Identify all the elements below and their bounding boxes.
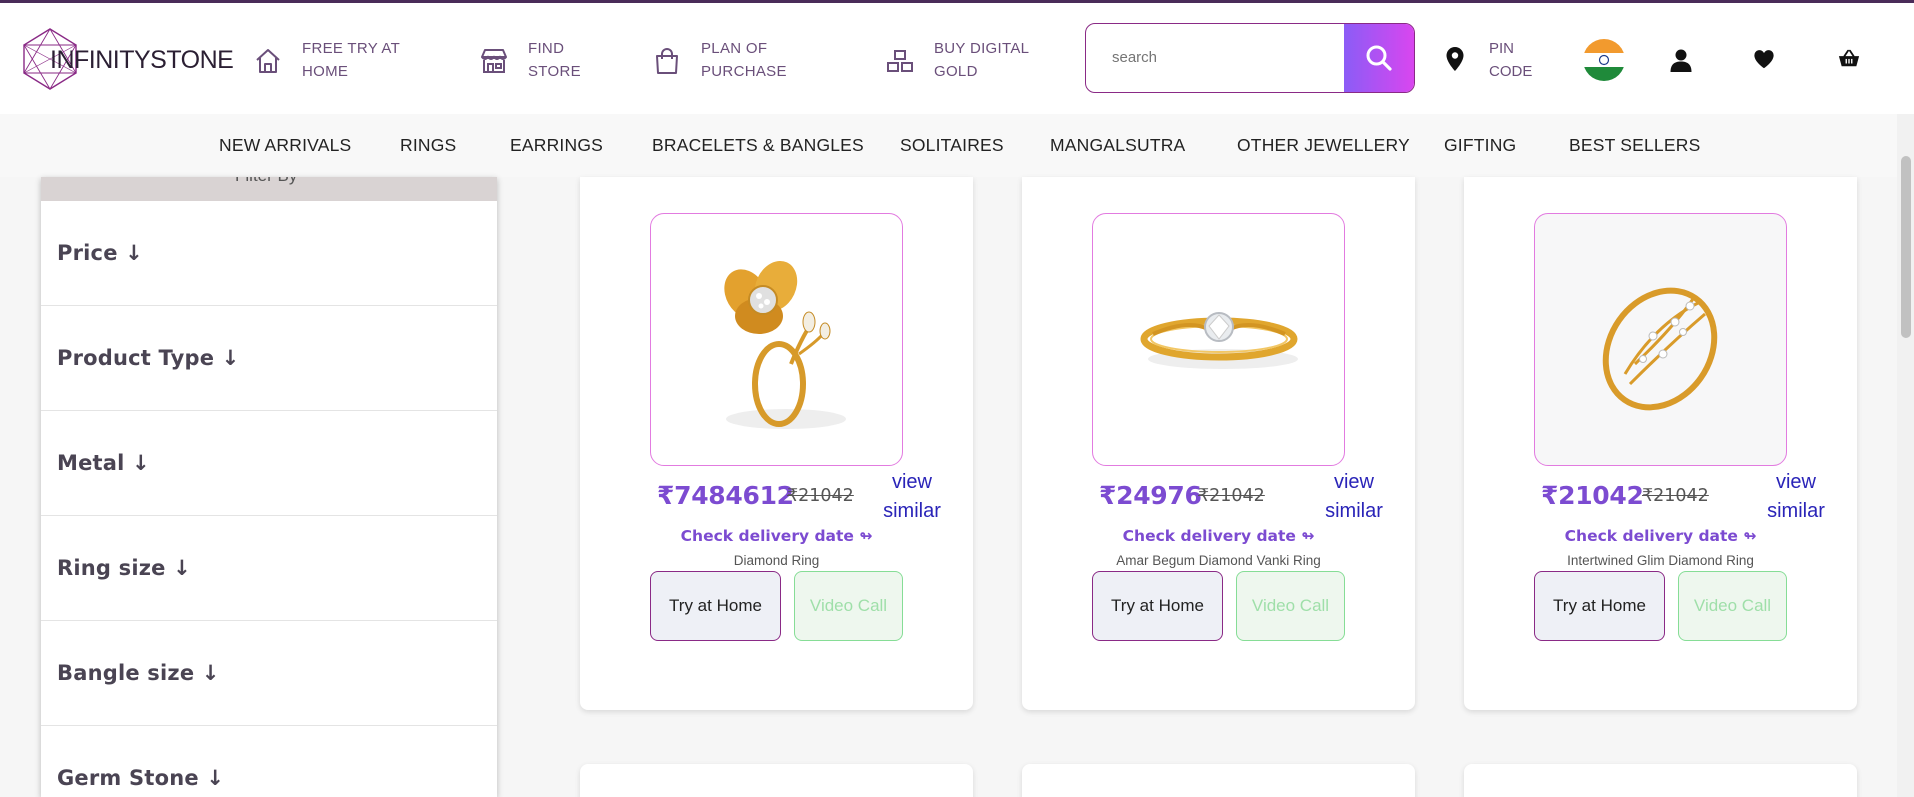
product-card[interactable] bbox=[580, 764, 973, 797]
product-name: Diamond Ring bbox=[733, 553, 820, 568]
check-delivery-date-link[interactable]: Check delivery date ↬ bbox=[1464, 527, 1857, 545]
shopping-bag-icon bbox=[656, 48, 678, 74]
video-call-button[interactable]: Video Call bbox=[1236, 571, 1345, 641]
check-delivery-date-link[interactable]: Check delivery date ↬ bbox=[1022, 527, 1415, 545]
pincode-label: PIN CODE bbox=[1489, 40, 1533, 80]
filter-product-type[interactable]: Product Type ↓ bbox=[41, 306, 497, 411]
nav-buy-digital-gold[interactable]: BUY DIGITAL GOLD bbox=[884, 37, 1029, 83]
product-mrp: ₹21042 bbox=[1642, 486, 1709, 506]
brand-logo[interactable]: INFINITYSTONE bbox=[20, 27, 234, 91]
product-mrp: ₹21042 bbox=[787, 486, 854, 506]
filter-header: Filter By bbox=[41, 177, 497, 201]
check-delivery-date-link[interactable]: Check delivery date ↬ bbox=[580, 527, 973, 545]
nav-label: BUY DIGITAL GOLD bbox=[934, 40, 1030, 80]
filter-panel: Filter By Price ↓ Product Type ↓ Metal ↓… bbox=[41, 177, 497, 797]
heart-icon[interactable] bbox=[1753, 48, 1775, 70]
category-gifting[interactable]: GIFTING bbox=[1444, 135, 1516, 156]
filter-title: Filter By bbox=[235, 177, 297, 186]
gold-bars-icon bbox=[887, 50, 913, 72]
product-name: Amar Begum Diamond Vanki Ring bbox=[1116, 553, 1321, 568]
scrollbar-thumb[interactable] bbox=[1901, 156, 1911, 338]
product-price: ₹24976 bbox=[1099, 481, 1202, 510]
category-best-sellers[interactable]: BEST SELLERS bbox=[1569, 135, 1700, 156]
view-similar-link[interactable]: view similar bbox=[1319, 468, 1389, 526]
search-input[interactable] bbox=[1086, 24, 1346, 91]
india-flag-icon[interactable] bbox=[1583, 39, 1625, 81]
location-pin-icon bbox=[1446, 47, 1464, 71]
basket-icon[interactable] bbox=[1838, 48, 1860, 68]
category-other-jewellery[interactable]: OTHER JEWELLERY bbox=[1237, 135, 1410, 156]
view-similar-link[interactable]: view similar bbox=[1761, 468, 1831, 526]
product-image[interactable] bbox=[1092, 213, 1345, 466]
product-image[interactable] bbox=[650, 213, 903, 466]
product-card[interactable]: ₹7484612 ₹21042 view similar Check delive… bbox=[580, 177, 973, 710]
nav-free-try-at-home[interactable]: FREE TRY AT HOME bbox=[252, 37, 400, 83]
filter-ring-size[interactable]: Ring size ↓ bbox=[41, 516, 497, 621]
product-card[interactable]: ₹24976 ₹21042 view similar Check delivery… bbox=[1022, 177, 1415, 710]
category-bracelets-bangles[interactable]: BRACELETS & BANGLES bbox=[652, 135, 864, 156]
home-icon bbox=[256, 49, 280, 73]
video-call-button[interactable]: Video Call bbox=[794, 571, 903, 641]
search-button[interactable] bbox=[1344, 24, 1414, 92]
product-card[interactable]: ₹21042 ₹21042 view similar Check delivery… bbox=[1464, 177, 1857, 710]
try-at-home-button[interactable]: Try at Home bbox=[1534, 571, 1665, 641]
pincode-selector[interactable]: PIN CODE bbox=[1445, 37, 1532, 83]
brand-name: INFINITYSTONE bbox=[50, 46, 234, 74]
view-similar-link[interactable]: view similar bbox=[877, 468, 947, 526]
search-box bbox=[1085, 23, 1415, 93]
nav-label: PLAN OF PURCHASE bbox=[701, 40, 787, 80]
product-name: Intertwined Glim Diamond Ring bbox=[1567, 553, 1754, 568]
try-at-home-button[interactable]: Try at Home bbox=[1092, 571, 1223, 641]
category-mangalsutra[interactable]: MANGALSUTRA bbox=[1050, 135, 1185, 156]
nav-label: FIND STORE bbox=[528, 40, 581, 80]
product-card[interactable] bbox=[1464, 764, 1857, 797]
product-card[interactable] bbox=[1022, 764, 1415, 797]
flower-ring-image bbox=[724, 260, 846, 429]
category-nav: NEW ARRIVALS RINGS EARRINGS BRACELETS & … bbox=[0, 114, 1914, 177]
search-icon bbox=[1366, 45, 1392, 71]
filter-gem-stone[interactable]: Germ Stone ↓ bbox=[41, 726, 497, 797]
product-price: ₹7484612 bbox=[657, 481, 794, 510]
product-mrp: ₹21042 bbox=[1198, 486, 1265, 506]
product-price: ₹21042 bbox=[1541, 481, 1644, 510]
solitaire-ring-image bbox=[1140, 312, 1298, 369]
category-earrings[interactable]: EARRINGS bbox=[510, 135, 603, 156]
video-call-button[interactable]: Video Call bbox=[1678, 571, 1787, 641]
store-icon bbox=[481, 49, 507, 73]
product-image[interactable] bbox=[1534, 213, 1787, 466]
category-solitaires[interactable]: SOLITAIRES bbox=[900, 135, 1004, 156]
nav-find-store[interactable]: FIND STORE bbox=[478, 37, 581, 83]
user-icon[interactable] bbox=[1669, 48, 1693, 72]
try-at-home-button[interactable]: Try at Home bbox=[650, 571, 781, 641]
filter-bangle-size[interactable]: Bangle size ↓ bbox=[41, 621, 497, 726]
filter-price[interactable]: Price ↓ bbox=[41, 201, 497, 306]
category-rings[interactable]: RINGS bbox=[400, 135, 456, 156]
page-scrollbar[interactable] bbox=[1897, 114, 1914, 797]
category-new-arrivals[interactable]: NEW ARRIVALS bbox=[219, 135, 351, 156]
filter-metal[interactable]: Metal ↓ bbox=[41, 411, 497, 516]
intertwined-ring-image bbox=[1602, 287, 1718, 411]
nav-label: FREE TRY AT HOME bbox=[302, 40, 401, 80]
nav-plan-of-purchase[interactable]: PLAN OF PURCHASE bbox=[651, 37, 787, 83]
site-header: INFINITYSTONE FREE TRY AT HOME FIND STORE … bbox=[0, 3, 1914, 114]
